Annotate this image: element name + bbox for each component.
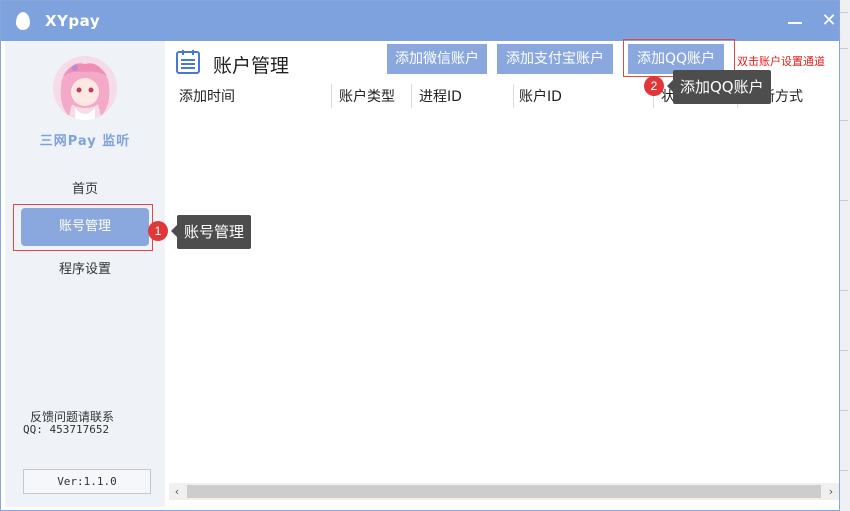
- scroll-right-icon[interactable]: ›: [823, 483, 839, 500]
- close-button[interactable]: ✕: [817, 9, 841, 33]
- channel-hint: 双击账户设置通道: [737, 55, 825, 68]
- column-separator[interactable]: [513, 84, 514, 108]
- minimize-button[interactable]: [783, 9, 807, 33]
- column-header-added-time[interactable]: 添加时间: [179, 86, 235, 106]
- nav-item-account-management[interactable]: 账号管理: [21, 208, 149, 246]
- app-egg-icon: [16, 12, 30, 30]
- window-title: XYpay: [45, 12, 101, 30]
- version-label: Ver:1.1.0: [23, 469, 151, 494]
- main-panel: 账户管理 添加微信账户 添加支付宝账户 添加QQ账户 双击账户设置通道 添加时间…: [165, 39, 839, 507]
- annotation-badge-2: 2: [644, 76, 664, 96]
- column-separator[interactable]: [411, 84, 412, 108]
- title-bar[interactable]: XYpay ✕: [1, 1, 839, 41]
- qq-contact: QQ: 453717652: [23, 423, 110, 436]
- nav-item-home[interactable]: 首页: [5, 178, 165, 197]
- column-header-account-type[interactable]: 账户类型: [339, 86, 395, 106]
- column-separator[interactable]: [331, 84, 332, 108]
- avatar: [53, 56, 117, 120]
- annotation-tooltip-2: 添加QQ账户: [673, 70, 771, 104]
- add-alipay-account-button[interactable]: 添加支付宝账户: [497, 44, 613, 74]
- scroll-left-icon[interactable]: ‹: [169, 483, 185, 500]
- page-title: 账户管理: [213, 55, 290, 77]
- close-icon: ✕: [821, 10, 837, 31]
- app-window: XYpay ✕ 三网Pay 监听 首页 账号管理 程序设置 反馈问题请联系 QQ…: [0, 0, 840, 511]
- scrollbar-thumb[interactable]: [187, 485, 821, 498]
- column-header-account-id[interactable]: 账户ID: [519, 86, 562, 106]
- add-wechat-account-button[interactable]: 添加微信账户: [387, 44, 487, 74]
- column-header-process-id[interactable]: 进程ID: [419, 86, 462, 106]
- sidebar: 三网Pay 监听 首页 账号管理 程序设置 反馈问题请联系 QQ: 453717…: [5, 41, 165, 507]
- annotation-badge-1: 1: [148, 221, 168, 241]
- list-document-icon: [176, 50, 200, 74]
- annotation-tooltip-1: 账号管理: [177, 215, 252, 249]
- nav-item-settings[interactable]: 程序设置: [5, 258, 165, 277]
- brand-name: 三网Pay 监听: [39, 134, 131, 149]
- horizontal-scrollbar[interactable]: ‹ ›: [169, 483, 839, 500]
- minimize-icon: [788, 22, 802, 24]
